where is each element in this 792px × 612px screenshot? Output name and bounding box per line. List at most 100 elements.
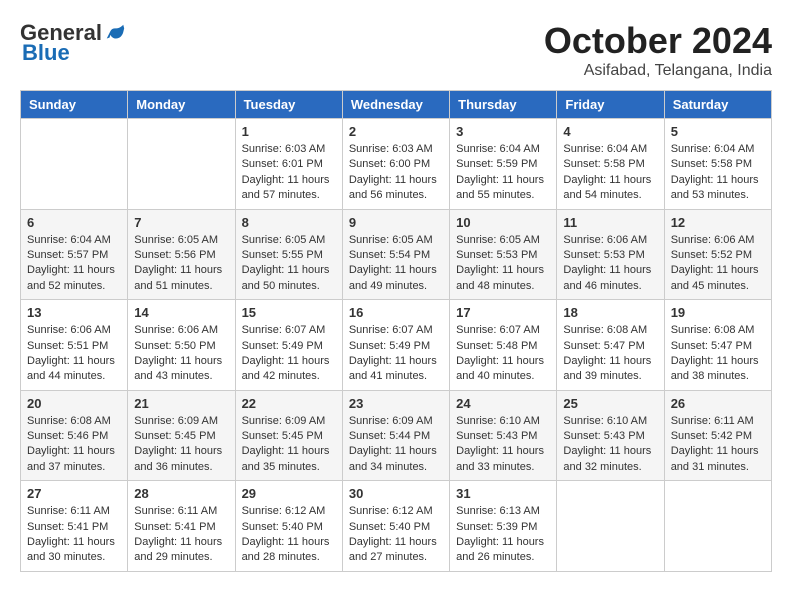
sunset-text: Sunset: 5:40 PM — [242, 520, 336, 535]
sunrise-text: Sunrise: 6:12 AM — [242, 504, 336, 519]
day-number: 5 — [671, 124, 765, 139]
sunset-text: Sunset: 6:00 PM — [349, 157, 443, 172]
calendar-cell: 1 Sunrise: 6:03 AMSunset: 6:01 PMDaylight… — [235, 119, 342, 210]
logo-bird-icon — [104, 22, 126, 44]
daylight-text: Daylight: 11 hours and 43 minutes. — [134, 354, 228, 385]
calendar-cell: 3Sunrise: 6:04 AMSunset: 5:59 PMDaylight… — [450, 119, 557, 210]
day-number: 19 — [671, 305, 765, 320]
day-number: 31 — [456, 486, 550, 501]
sunset-text: Sunset: 5:52 PM — [671, 248, 765, 263]
day-number: 28 — [134, 486, 228, 501]
daylight-text: Daylight: 11 hours and 40 minutes. — [456, 354, 550, 385]
calendar-cell: 23Sunrise: 6:09 AMSunset: 5:44 PMDayligh… — [342, 390, 449, 481]
sunset-text: Sunset: 5:41 PM — [134, 520, 228, 535]
sunrise-text: Sunrise: 6:05 AM — [242, 233, 336, 248]
cell-details: Sunrise: 6:03 AMSunset: 6:01 PMDaylight:… — [242, 142, 336, 204]
calendar-cell: 20Sunrise: 6:08 AMSunset: 5:46 PMDayligh… — [21, 390, 128, 481]
cell-details: Sunrise: 6:05 AMSunset: 5:56 PMDaylight:… — [134, 233, 228, 295]
sunset-text: Sunset: 5:48 PM — [456, 339, 550, 354]
day-number: 16 — [349, 305, 443, 320]
sunset-text: Sunset: 5:49 PM — [242, 339, 336, 354]
sunrise-text: Sunrise: 6:06 AM — [27, 323, 121, 338]
day-number: 9 — [349, 215, 443, 230]
header-thursday: Thursday — [450, 91, 557, 119]
daylight-text: Daylight: 11 hours and 30 minutes. — [27, 535, 121, 566]
calendar-cell: 29 Sunrise: 6:12 AMSunset: 5:40 PMDayligh… — [235, 481, 342, 572]
day-number: 2 — [349, 124, 443, 139]
daylight-text: Daylight: 11 hours and 57 minutes. — [242, 173, 336, 204]
calendar-cell: 22Sunrise: 6:09 AMSunset: 5:45 PMDayligh… — [235, 390, 342, 481]
day-number: 6 — [27, 215, 121, 230]
cell-details: Sunrise: 6:08 AMSunset: 5:47 PMDaylight:… — [671, 323, 765, 385]
sunrise-text: Sunrise: 6:11 AM — [671, 414, 765, 429]
sunset-text: Sunset: 5:55 PM — [242, 248, 336, 263]
day-number: 26 — [671, 396, 765, 411]
sunrise-text: Sunrise: 6:09 AM — [349, 414, 443, 429]
cell-details: Sunrise: 6:09 AMSunset: 5:44 PMDaylight:… — [349, 414, 443, 476]
daylight-text: Daylight: 11 hours and 26 minutes. — [456, 535, 550, 566]
daylight-text: Daylight: 11 hours and 33 minutes. — [456, 444, 550, 475]
week-row-4: 27Sunrise: 6:11 AMSunset: 5:41 PMDayligh… — [21, 481, 772, 572]
daylight-text: Daylight: 11 hours and 55 minutes. — [456, 173, 550, 204]
daylight-text: Daylight: 11 hours and 27 minutes. — [349, 535, 443, 566]
day-number: 20 — [27, 396, 121, 411]
cell-details: Sunrise: 6:05 AMSunset: 5:55 PMDaylight:… — [242, 233, 336, 295]
cell-details: Sunrise: 6:13 AMSunset: 5:39 PMDaylight:… — [456, 504, 550, 566]
calendar-cell — [128, 119, 235, 210]
daylight-text: Daylight: 11 hours and 48 minutes. — [456, 263, 550, 294]
sunset-text: Sunset: 5:39 PM — [456, 520, 550, 535]
sunset-text: Sunset: 5:42 PM — [671, 429, 765, 444]
cell-details: Sunrise: 6:04 AMSunset: 5:57 PMDaylight:… — [27, 233, 121, 295]
calendar-cell — [557, 481, 664, 572]
calendar-cell: 21Sunrise: 6:09 AMSunset: 5:45 PMDayligh… — [128, 390, 235, 481]
title-area: October 2024 Asifabad, Telangana, India — [544, 20, 772, 80]
sunset-text: Sunset: 5:56 PM — [134, 248, 228, 263]
cell-details: Sunrise: 6:12 AMSunset: 5:40 PMDaylight:… — [349, 504, 443, 566]
sunrise-text: Sunrise: 6:08 AM — [671, 323, 765, 338]
daylight-text: Daylight: 11 hours and 41 minutes. — [349, 354, 443, 385]
sunset-text: Sunset: 5:58 PM — [671, 157, 765, 172]
calendar-cell: 25Sunrise: 6:10 AMSunset: 5:43 PMDayligh… — [557, 390, 664, 481]
daylight-text: Daylight: 11 hours and 37 minutes. — [27, 444, 121, 475]
daylight-text: Daylight: 11 hours and 38 minutes. — [671, 354, 765, 385]
daylight-text: Daylight: 11 hours and 42 minutes. — [242, 354, 336, 385]
daylight-text: Daylight: 11 hours and 39 minutes. — [563, 354, 657, 385]
daylight-text: Daylight: 11 hours and 36 minutes. — [134, 444, 228, 475]
calendar-cell: 27Sunrise: 6:11 AMSunset: 5:41 PMDayligh… — [21, 481, 128, 572]
daylight-text: Daylight: 11 hours and 53 minutes. — [671, 173, 765, 204]
calendar-cell: 28 Sunrise: 6:11 AMSunset: 5:41 PMDayligh… — [128, 481, 235, 572]
sunset-text: Sunset: 5:45 PM — [134, 429, 228, 444]
day-number: 29 — [242, 486, 336, 501]
daylight-text: Daylight: 11 hours and 29 minutes. — [134, 535, 228, 566]
week-row-2: 13Sunrise: 6:06 AMSunset: 5:51 PMDayligh… — [21, 300, 772, 391]
sunset-text: Sunset: 5:45 PM — [242, 429, 336, 444]
header-row: SundayMondayTuesdayWednesdayThursdayFrid… — [21, 91, 772, 119]
week-row-3: 20Sunrise: 6:08 AMSunset: 5:46 PMDayligh… — [21, 390, 772, 481]
sunset-text: Sunset: 5:53 PM — [563, 248, 657, 263]
day-number: 12 — [671, 215, 765, 230]
sunset-text: Sunset: 5:43 PM — [563, 429, 657, 444]
calendar-cell: 8Sunrise: 6:05 AMSunset: 5:55 PMDaylight… — [235, 209, 342, 300]
calendar-table: SundayMondayTuesdayWednesdayThursdayFrid… — [20, 90, 772, 572]
daylight-text: Daylight: 11 hours and 28 minutes. — [242, 535, 336, 566]
sunrise-text: Sunrise: 6:11 AM — [27, 504, 121, 519]
day-number: 7 — [134, 215, 228, 230]
calendar-cell: 11Sunrise: 6:06 AMSunset: 5:53 PMDayligh… — [557, 209, 664, 300]
cell-details: Sunrise: 6:06 AMSunset: 5:53 PMDaylight:… — [563, 233, 657, 295]
cell-details: Sunrise: 6:11 AMSunset: 5:41 PMDaylight:… — [134, 504, 228, 566]
calendar-cell: 24Sunrise: 6:10 AMSunset: 5:43 PMDayligh… — [450, 390, 557, 481]
calendar-cell: 18 Sunrise: 6:08 AMSunset: 5:47 PMDayligh… — [557, 300, 664, 391]
sunset-text: Sunset: 5:54 PM — [349, 248, 443, 263]
daylight-text: Daylight: 11 hours and 32 minutes. — [563, 444, 657, 475]
day-number: 1 — [242, 124, 336, 139]
sunrise-text: Sunrise: 6:05 AM — [134, 233, 228, 248]
cell-details: Sunrise: 6:06 AMSunset: 5:51 PMDaylight:… — [27, 323, 121, 385]
calendar-cell: 19 Sunrise: 6:08 AMSunset: 5:47 PMDayligh… — [664, 300, 771, 391]
sunset-text: Sunset: 5:46 PM — [27, 429, 121, 444]
header-monday: Monday — [128, 91, 235, 119]
cell-details: Sunrise: 6:07 AMSunset: 5:48 PMDaylight:… — [456, 323, 550, 385]
sunset-text: Sunset: 5:53 PM — [456, 248, 550, 263]
cell-details: Sunrise: 6:08 AMSunset: 5:47 PMDaylight:… — [563, 323, 657, 385]
day-number: 18 — [563, 305, 657, 320]
day-number: 24 — [456, 396, 550, 411]
